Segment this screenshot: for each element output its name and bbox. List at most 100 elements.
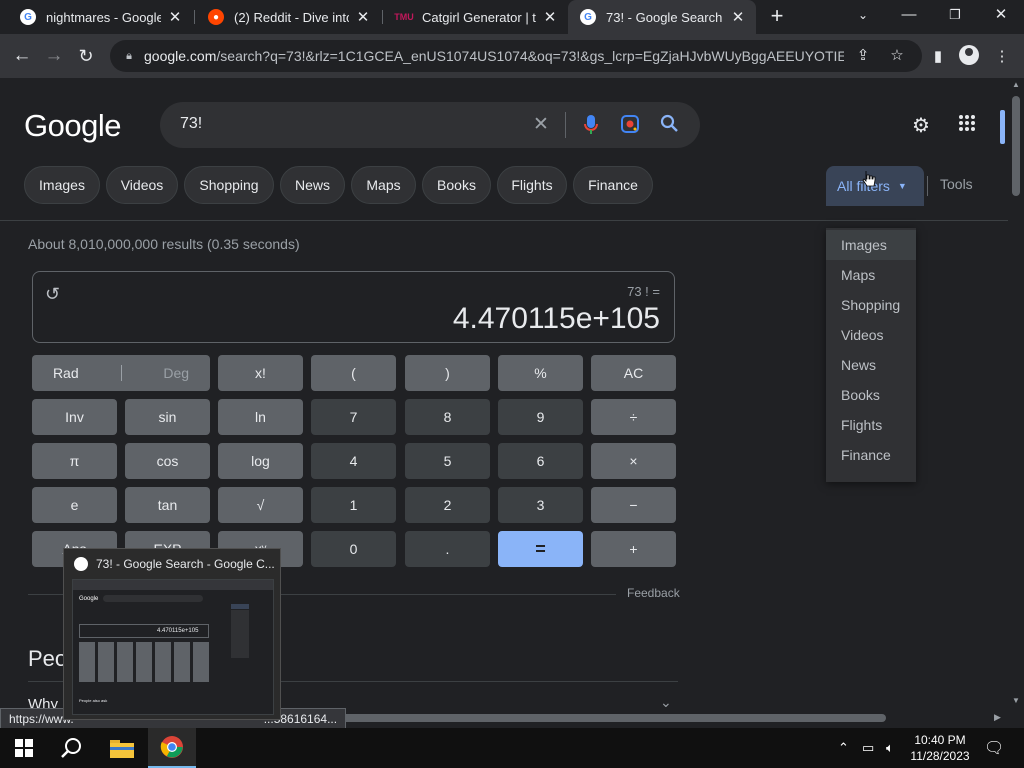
side-panel-icon[interactable]: ▮ xyxy=(928,47,948,67)
key-1[interactable]: 1 xyxy=(311,487,396,523)
system-clock[interactable]: 10:40 PM 11/28/2023 xyxy=(910,732,970,764)
google-apps-icon[interactable] xyxy=(955,114,979,138)
search-input[interactable]: 73! xyxy=(180,115,202,133)
lens-search-icon[interactable] xyxy=(619,114,641,136)
deg-option[interactable]: Deg xyxy=(163,365,189,381)
forward-button[interactable]: → xyxy=(41,43,67,69)
key-pi[interactable]: π xyxy=(32,443,117,479)
google-logo[interactable]: Google xyxy=(24,108,121,144)
key-add[interactable]: + xyxy=(591,531,676,567)
minimize-button[interactable]: — xyxy=(886,0,932,30)
rad-option[interactable]: Rad xyxy=(53,365,79,381)
volume-muted-icon[interactable]: 🔈︎ xyxy=(886,740,894,756)
key-log[interactable]: log xyxy=(218,443,303,479)
menu-item-images[interactable]: Images xyxy=(826,230,916,260)
key-sqrt[interactable]: √ xyxy=(218,487,303,523)
key-subtract[interactable]: − xyxy=(591,487,676,523)
chip-flights[interactable]: Flights xyxy=(497,166,567,204)
profile-avatar-icon[interactable] xyxy=(959,45,979,65)
key-9[interactable]: 9 xyxy=(498,399,583,435)
key-all-clear[interactable]: AC xyxy=(591,355,676,391)
key-inv[interactable]: Inv xyxy=(32,399,117,435)
paa-question[interactable]: Why i xyxy=(28,696,66,708)
scroll-right-arrow-icon[interactable]: ▶ xyxy=(994,712,1001,723)
key-divide[interactable]: ÷ xyxy=(591,399,676,435)
key-sin[interactable]: sin xyxy=(125,399,210,435)
key-tan[interactable]: tan xyxy=(125,487,210,523)
key-factorial[interactable]: x! xyxy=(218,355,303,391)
voice-search-icon[interactable] xyxy=(580,114,602,136)
key-decimal[interactable]: . xyxy=(405,531,490,567)
scrollbar-thumb[interactable] xyxy=(1012,96,1020,196)
key-8[interactable]: 8 xyxy=(405,399,490,435)
key-2[interactable]: 2 xyxy=(405,487,490,523)
menu-item-flights[interactable]: Flights xyxy=(826,410,916,440)
reload-button[interactable]: ↻ xyxy=(73,43,99,69)
tab-reddit[interactable]: ● (2) Reddit - Dive into a ✕ xyxy=(196,0,381,34)
chrome-taskbar-button[interactable] xyxy=(148,728,196,768)
menu-item-videos[interactable]: Videos xyxy=(826,320,916,350)
chip-shopping[interactable]: Shopping xyxy=(184,166,274,204)
chip-images[interactable]: Images xyxy=(24,166,100,204)
key-6[interactable]: 6 xyxy=(498,443,583,479)
key-e[interactable]: e xyxy=(32,487,117,523)
rad-deg-toggle[interactable]: Rad Deg xyxy=(32,355,210,391)
menu-item-maps[interactable]: Maps xyxy=(826,260,916,290)
chip-books[interactable]: Books xyxy=(422,166,491,204)
close-tab-icon[interactable]: ✕ xyxy=(542,8,558,26)
key-cos[interactable]: cos xyxy=(125,443,210,479)
bookmark-star-icon[interactable]: ☆ xyxy=(888,47,906,65)
tab-nightmares[interactable]: G nightmares - Google Se ✕ xyxy=(8,0,193,34)
feedback-link[interactable]: Feedback xyxy=(627,586,680,600)
chip-finance[interactable]: Finance xyxy=(573,166,653,204)
close-tab-icon[interactable]: ✕ xyxy=(730,8,746,26)
url-text[interactable]: google.com/search?q=73!&rlz=1C1GCEA_enUS… xyxy=(144,48,844,64)
taskbar-window-preview[interactable]: 73! - Google Search - Google C... Google… xyxy=(63,548,281,720)
taskbar-search-button[interactable] xyxy=(48,728,96,768)
hscrollbar-thumb[interactable] xyxy=(320,714,886,722)
chip-videos[interactable]: Videos xyxy=(106,166,178,204)
chip-news[interactable]: News xyxy=(280,166,345,204)
key-3[interactable]: 3 xyxy=(498,487,583,523)
vertical-scrollbar[interactable]: ▲ ▼ xyxy=(1008,78,1024,708)
scroll-up-arrow-icon[interactable]: ▲ xyxy=(1011,80,1021,89)
history-icon[interactable]: ↺ xyxy=(45,284,60,305)
key-multiply[interactable]: × xyxy=(591,443,676,479)
tab-search-chevron-icon[interactable]: ⌄ xyxy=(840,0,886,30)
tools-button[interactable]: Tools xyxy=(940,176,973,192)
notifications-icon[interactable]: 🗨︎ xyxy=(984,738,1004,758)
menu-item-books[interactable]: Books xyxy=(826,380,916,410)
clear-search-icon[interactable]: ✕ xyxy=(530,114,552,136)
address-bar[interactable]: 🔒︎ google.com/search?q=73!&rlz=1C1GCEA_e… xyxy=(110,40,922,72)
key-close-paren[interactable]: ) xyxy=(405,355,490,391)
key-ln[interactable]: ln xyxy=(218,399,303,435)
network-icon[interactable]: ▭ xyxy=(862,740,874,756)
scroll-down-arrow-icon[interactable]: ▼ xyxy=(1011,696,1021,705)
menu-kebab-icon[interactable]: ⋮ xyxy=(992,47,1012,67)
key-5[interactable]: 5 xyxy=(405,443,490,479)
search-icon[interactable] xyxy=(658,114,680,136)
key-7[interactable]: 7 xyxy=(311,399,396,435)
new-tab-button[interactable]: + xyxy=(766,5,788,29)
tab-catgirl-generator[interactable]: TMU Catgirl Generator | tmu ✕ xyxy=(384,0,568,34)
restore-button[interactable]: ❐ xyxy=(932,0,978,30)
close-tab-icon[interactable]: ✕ xyxy=(167,8,183,26)
key-equals[interactable]: = xyxy=(498,531,583,567)
windows-start-button[interactable] xyxy=(0,728,48,768)
close-window-button[interactable]: ✕ xyxy=(978,0,1024,30)
chip-maps[interactable]: Maps xyxy=(351,166,416,204)
menu-item-shopping[interactable]: Shopping xyxy=(826,290,916,320)
key-percent[interactable]: % xyxy=(498,355,583,391)
menu-item-news[interactable]: News xyxy=(826,350,916,380)
share-icon[interactable]: ⇪ xyxy=(854,47,872,65)
file-explorer-button[interactable] xyxy=(98,728,146,768)
search-box[interactable]: 73! ✕ xyxy=(160,102,700,148)
settings-gear-icon[interactable]: ⚙ xyxy=(909,114,933,138)
back-button[interactable]: ← xyxy=(9,43,35,69)
lock-icon[interactable]: 🔒︎ xyxy=(122,50,136,63)
close-tab-icon[interactable]: ✕ xyxy=(355,8,371,26)
chevron-down-icon[interactable]: ⌄ xyxy=(660,694,672,708)
key-0[interactable]: 0 xyxy=(311,531,396,567)
tray-chevron-up-icon[interactable]: ⌃ xyxy=(838,740,849,756)
menu-item-finance[interactable]: Finance xyxy=(826,440,916,470)
